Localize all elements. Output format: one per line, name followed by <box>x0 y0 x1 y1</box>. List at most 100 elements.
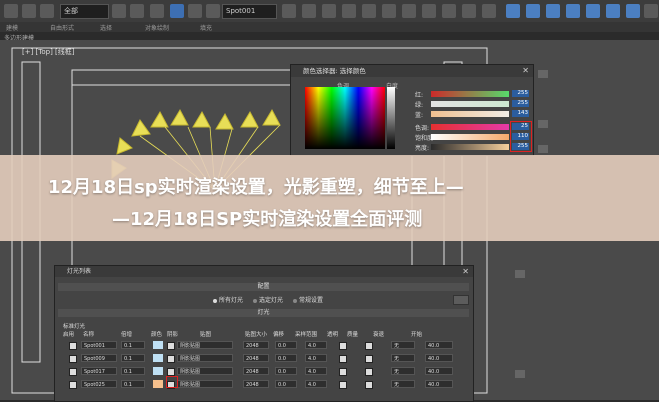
layer-icon[interactable] <box>422 4 436 18</box>
close-icon[interactable]: ✕ <box>510 65 529 77</box>
tab-selection[interactable]: 选择 <box>100 23 112 32</box>
bias-spinner[interactable]: 0.0 <box>275 354 297 362</box>
close-icon[interactable]: ✕ <box>450 266 469 278</box>
align-icon[interactable] <box>402 4 416 18</box>
table-row[interactable]: Spot001 0.1 阴影贴图 2048 0.0 4.0 无 40.0 <box>69 341 469 351</box>
map-size-spinner[interactable]: 2048 <box>243 341 269 349</box>
percent-snap-icon[interactable] <box>342 4 356 18</box>
select-name-icon[interactable] <box>130 4 144 18</box>
decay-dropdown[interactable]: 无 <box>391 367 415 375</box>
more-icon[interactable] <box>644 4 658 18</box>
light-color-swatch[interactable] <box>153 341 163 349</box>
region-select-icon[interactable] <box>150 4 164 18</box>
color-slider[interactable] <box>431 101 509 107</box>
config-section[interactable]: 配置 <box>58 283 469 291</box>
undo-icon[interactable] <box>4 4 18 18</box>
bias-spinner[interactable]: 0.0 <box>275 341 297 349</box>
shadow-checkbox[interactable] <box>167 368 175 376</box>
radio-general-settings[interactable]: 常规设置 <box>293 295 323 304</box>
table-row[interactable]: Spot009 0.1 阴影贴图 2048 0.0 4.0 无 40.0 <box>69 354 469 364</box>
transparent-checkbox[interactable] <box>339 368 347 376</box>
start-spinner[interactable]: 40.0 <box>425 341 453 349</box>
reference-coordinate-dropdown[interactable]: Spot001 <box>222 4 277 19</box>
map-size-spinner[interactable]: 2048 <box>243 380 269 388</box>
color-slider[interactable] <box>431 91 509 97</box>
sample-range-spinner[interactable]: 4.0 <box>305 380 327 388</box>
bias-spinner[interactable]: 0.0 <box>275 380 297 388</box>
table-row[interactable]: Spot025 0.1 阴影贴图 2048 0.0 4.0 无 40.0 <box>69 380 469 390</box>
light-color-swatch[interactable] <box>153 380 163 388</box>
shadow-type-dropdown[interactable]: 阴影贴图 <box>177 367 233 375</box>
sample-range-spinner[interactable]: 4.0 <box>305 367 327 375</box>
decay-dropdown[interactable]: 无 <box>391 341 415 349</box>
angle-snap-icon[interactable] <box>322 4 336 18</box>
link-icon[interactable] <box>40 4 54 18</box>
color-slider[interactable] <box>431 134 509 140</box>
radio-selected-lights[interactable]: 选定灯光 <box>253 295 283 304</box>
start-spinner[interactable]: 40.0 <box>425 354 453 362</box>
shadow-type-dropdown[interactable]: 阴影贴图 <box>177 354 233 362</box>
color-slider[interactable] <box>431 111 509 117</box>
activeshade-icon[interactable] <box>586 4 600 18</box>
mirror-icon[interactable] <box>382 4 396 18</box>
decay-dropdown[interactable]: 无 <box>391 380 415 388</box>
light-name-field[interactable]: Spot025 <box>81 380 117 388</box>
color-picker-title-bar[interactable]: 颜色选择器: 选择颜色 ✕ <box>291 65 533 77</box>
start-spinner[interactable]: 40.0 <box>425 380 453 388</box>
multiplier-spinner[interactable]: 0.1 <box>121 354 145 362</box>
render-cloud-icon[interactable] <box>626 4 640 18</box>
select-icon[interactable] <box>112 4 126 18</box>
light-name-field[interactable]: Spot009 <box>81 354 117 362</box>
radio-all-lights[interactable]: 所有灯光 <box>213 295 243 304</box>
transparent-checkbox[interactable] <box>339 381 347 389</box>
shadow-checkbox[interactable] <box>167 355 175 363</box>
redo-icon[interactable] <box>22 4 36 18</box>
graph-icon[interactable] <box>442 4 456 18</box>
shadow-type-dropdown[interactable]: 阴影贴图 <box>177 341 233 349</box>
lights-section[interactable]: 灯光 <box>58 309 469 317</box>
tab-populate[interactable]: 填充 <box>200 23 212 32</box>
multiplier-spinner[interactable]: 0.1 <box>121 380 145 388</box>
enable-checkbox[interactable] <box>69 368 77 376</box>
color-slider[interactable] <box>431 144 509 150</box>
sample-range-spinner[interactable]: 4.0 <box>305 341 327 349</box>
selection-filter-dropdown[interactable]: 全部 <box>60 4 109 19</box>
bias-spinner[interactable]: 0.0 <box>275 367 297 375</box>
rotate-icon[interactable] <box>188 4 202 18</box>
multiplier-spinner[interactable]: 0.1 <box>121 367 145 375</box>
whiteness-bar[interactable] <box>387 87 395 149</box>
tab-freeform[interactable]: 自由形式 <box>50 23 74 32</box>
start-spinner[interactable]: 40.0 <box>425 367 453 375</box>
pivot-icon[interactable] <box>282 4 296 18</box>
schematic-icon[interactable] <box>462 4 476 18</box>
render-online-icon[interactable] <box>606 4 620 18</box>
sample-range-spinner[interactable]: 4.0 <box>305 354 327 362</box>
light-name-field[interactable]: Spot017 <box>81 367 117 375</box>
map-size-spinner[interactable]: 2048 <box>243 354 269 362</box>
quality-checkbox[interactable] <box>365 381 373 389</box>
shadow-type-dropdown[interactable]: 阴影贴图 <box>177 380 233 388</box>
table-row[interactable]: Spot017 0.1 阴影贴图 2048 0.0 4.0 无 40.0 <box>69 367 469 377</box>
render-setup-icon[interactable] <box>506 4 520 18</box>
tab-modeling[interactable]: 建模 <box>6 23 18 32</box>
viewport-label[interactable]: [+] [Top] [线框] <box>22 47 75 57</box>
render-iterative-icon[interactable] <box>566 4 580 18</box>
quality-checkbox[interactable] <box>365 368 373 376</box>
render-icon[interactable] <box>546 4 560 18</box>
slider-value-spinner[interactable]: 255 <box>512 100 529 107</box>
decay-dropdown[interactable]: 无 <box>391 354 415 362</box>
enable-checkbox[interactable] <box>69 342 77 350</box>
enable-checkbox[interactable] <box>69 355 77 363</box>
enable-checkbox[interactable] <box>69 381 77 389</box>
slider-value-spinner[interactable]: 143 <box>512 110 529 117</box>
quality-checkbox[interactable] <box>365 342 373 350</box>
tab-object-paint[interactable]: 对象绘制 <box>145 23 169 32</box>
refresh-button[interactable] <box>453 295 469 305</box>
quality-checkbox[interactable] <box>365 355 373 363</box>
render-frame-icon[interactable] <box>526 4 540 18</box>
slider-value-spinner[interactable]: 255 <box>512 90 529 97</box>
snap-icon[interactable] <box>302 4 316 18</box>
light-color-swatch[interactable] <box>153 367 163 375</box>
light-color-swatch[interactable] <box>153 354 163 362</box>
shadow-checkbox[interactable] <box>167 342 175 350</box>
